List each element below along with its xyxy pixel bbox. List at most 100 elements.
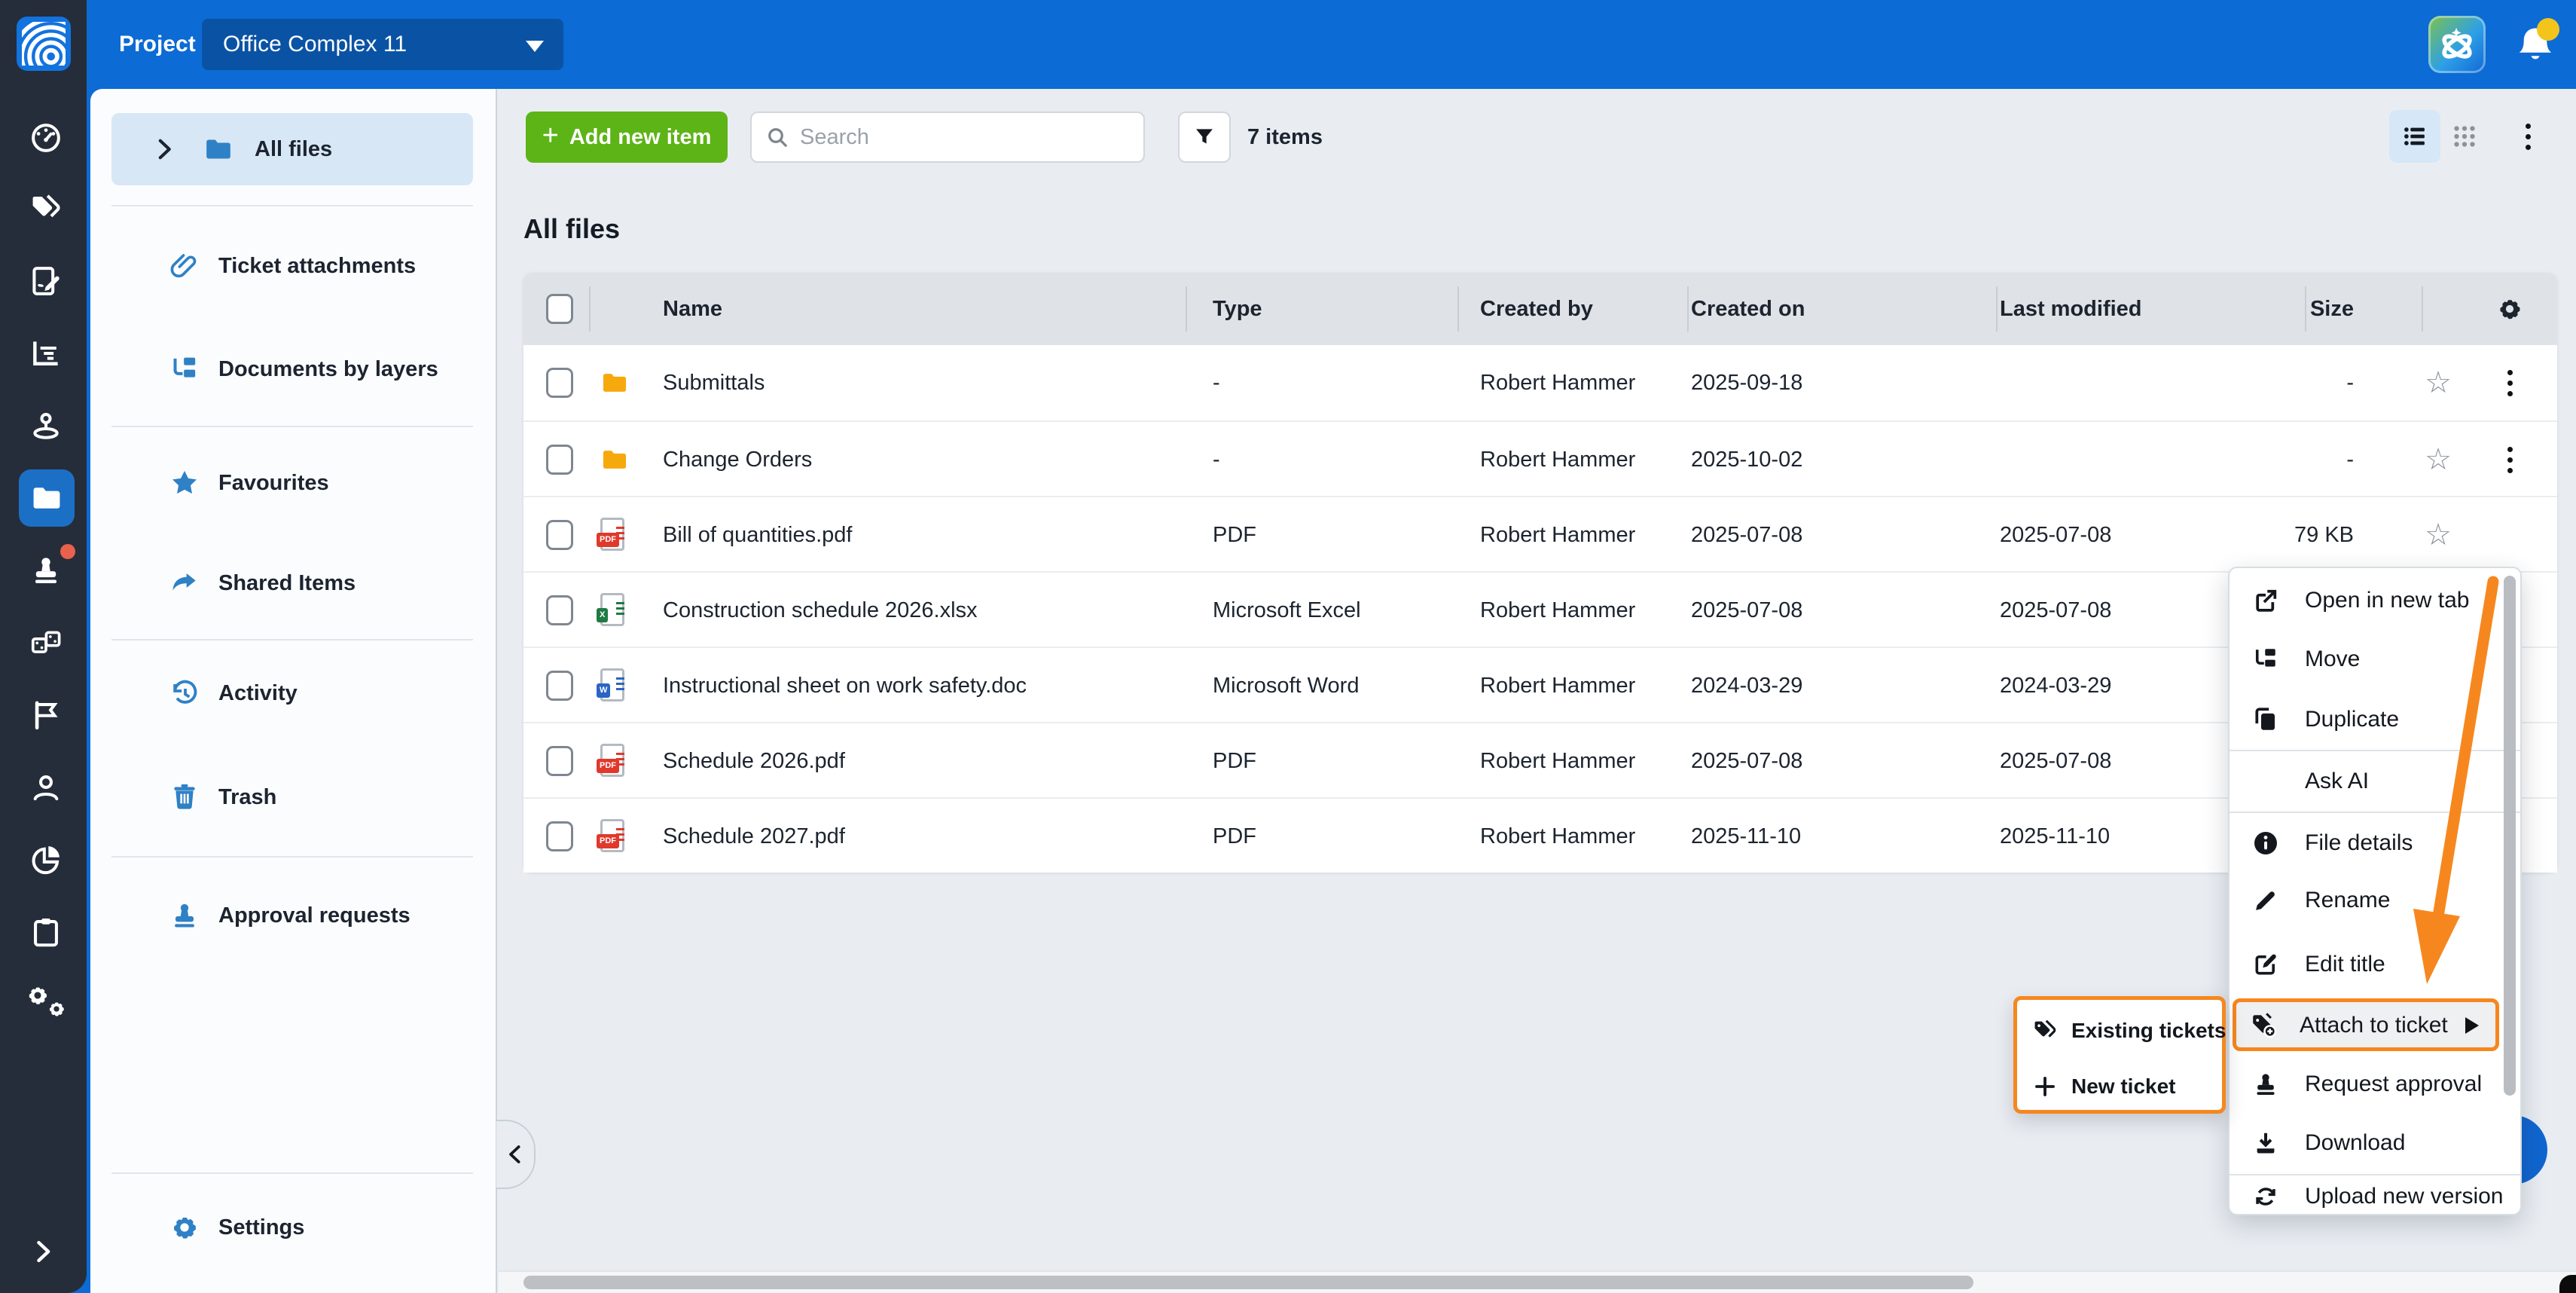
- add-new-item-button[interactable]: + Add new item: [526, 112, 728, 163]
- sidebar-item-settings[interactable]: Settings: [111, 1194, 473, 1261]
- rail-expand-chevron-icon[interactable]: [29, 1237, 57, 1266]
- rail-clipboard-icon[interactable]: [29, 915, 63, 949]
- row-kebab-menu[interactable]: [2493, 422, 2526, 497]
- rail-pie-chart-icon[interactable]: [29, 843, 63, 876]
- chevron-right-icon[interactable]: [151, 136, 181, 166]
- row-checkbox[interactable]: [546, 746, 573, 776]
- menu-item-file-details[interactable]: File details: [2236, 814, 2492, 873]
- file-name[interactable]: Instructional sheet on work safety.doc: [663, 648, 1027, 723]
- row-checkbox[interactable]: [546, 595, 573, 625]
- file-name[interactable]: Schedule 2027.pdf: [663, 799, 845, 874]
- grid-view-toggle[interactable]: [2439, 110, 2490, 163]
- file-name[interactable]: Bill of quantities.pdf: [663, 497, 852, 573]
- sidebar-item-shared-items[interactable]: Shared Items: [111, 549, 473, 617]
- column-header-created-on[interactable]: Created on: [1691, 273, 1805, 345]
- column-settings-gear-icon[interactable]: [2493, 273, 2526, 345]
- ai-assistant-button[interactable]: [2428, 16, 2486, 73]
- menu-item-duplicate[interactable]: Duplicate: [2236, 690, 2492, 749]
- row-checkbox[interactable]: [546, 821, 573, 851]
- sidebar-item-trash[interactable]: Trash: [111, 763, 473, 831]
- table-row[interactable]: Submittals - Robert Hammer 2025-09-18 - …: [523, 345, 2557, 420]
- favourite-star-icon[interactable]: ☆: [2422, 422, 2455, 497]
- rail-dice-icon[interactable]: [29, 626, 63, 659]
- created-on: 2025-11-10: [1691, 799, 1801, 874]
- sidebar-item-favourites[interactable]: Favourites: [111, 449, 473, 517]
- items-count: 7 items: [1247, 112, 1323, 163]
- horizontal-scrollbar-thumb[interactable]: [523, 1276, 1973, 1289]
- rail-approval-stamp-icon[interactable]: [29, 554, 63, 587]
- menu-item-ask-ai[interactable]: Ask AI: [2236, 752, 2492, 811]
- menu-scrollbar-thumb[interactable]: [2504, 576, 2516, 1096]
- sidebar-item-label: Favourites: [218, 471, 329, 496]
- menu-item-edit-title[interactable]: Edit title: [2236, 935, 2492, 994]
- list-view-toggle-active[interactable]: [2389, 110, 2440, 163]
- project-selector[interactable]: Office Complex 11: [202, 19, 563, 70]
- created-by: Robert Hammer: [1480, 422, 1635, 497]
- search-input[interactable]: [798, 124, 1103, 151]
- kebab-icon: [2526, 124, 2531, 129]
- column-header-created-by[interactable]: Created by: [1480, 273, 1593, 345]
- sidebar-item-all-files[interactable]: All files: [111, 113, 473, 185]
- column-header-last-modified[interactable]: Last modified: [2000, 273, 2142, 345]
- file-name[interactable]: Change Orders: [663, 422, 812, 497]
- horizontal-scrollbar: [499, 1270, 2576, 1293]
- menu-item-attach-to-ticket-highlighted[interactable]: Attach to ticket: [2233, 998, 2499, 1051]
- attach-to-ticket-submenu: Existing tickets New ticket: [2013, 996, 2226, 1114]
- menu-item-download[interactable]: Download: [2236, 1114, 2492, 1172]
- sidebar-item-activity[interactable]: Activity: [111, 659, 473, 727]
- file-type: PDF: [1213, 497, 1256, 573]
- table-row[interactable]: Change Orders - Robert Hammer 2025-10-02…: [523, 420, 2557, 496]
- sidebar-item-label: All files: [255, 137, 332, 162]
- sidebar-item-approval-requests[interactable]: Approval requests: [111, 882, 473, 949]
- sidebar-item-documents-by-layers[interactable]: Documents by layers: [111, 335, 473, 403]
- toolbar-kebab-menu[interactable]: [2502, 110, 2553, 163]
- rail-dashboard-gauge-icon[interactable]: [29, 121, 63, 154]
- column-header-size[interactable]: Size: [2211, 273, 2354, 345]
- duplicate-icon: [2252, 706, 2279, 733]
- rail-form-pen-icon[interactable]: [29, 264, 63, 298]
- rail-report-chart-icon[interactable]: [29, 337, 63, 370]
- notification-badge: [2537, 18, 2559, 41]
- submenu-item-existing-tickets[interactable]: Existing tickets: [2020, 1004, 2219, 1057]
- rail-tags-icon[interactable]: [29, 192, 63, 225]
- sidebar-item-ticket-attachments[interactable]: Ticket attachments: [111, 232, 473, 300]
- sidebar-item-label: Shared Items: [218, 571, 356, 596]
- submenu-caret-icon: [2465, 1017, 2479, 1034]
- rail-files-folder-icon-active[interactable]: [19, 469, 75, 527]
- tag-plus-icon: [2250, 1011, 2277, 1038]
- row-checkbox[interactable]: [546, 368, 573, 398]
- file-size: 79 KB: [2211, 497, 2354, 573]
- list-view-icon: [2401, 123, 2428, 150]
- folder-icon: [203, 134, 233, 164]
- file-type: Microsoft Word: [1213, 648, 1359, 723]
- file-name[interactable]: Schedule 2026.pdf: [663, 723, 845, 799]
- menu-item-upload-new-version[interactable]: Upload new version: [2236, 1175, 2492, 1215]
- favourite-star-icon[interactable]: ☆: [2422, 345, 2455, 420]
- menu-item-open-in-new-tab[interactable]: Open in new tab: [2236, 571, 2492, 630]
- column-header-name[interactable]: Name: [663, 273, 722, 345]
- app-window: Project Office Complex 11 All files Tic: [0, 0, 2576, 1293]
- submenu-item-new-ticket[interactable]: New ticket: [2020, 1060, 2219, 1113]
- file-name[interactable]: Submittals: [663, 345, 765, 420]
- row-checkbox[interactable]: [546, 445, 573, 475]
- menu-item-move[interactable]: Move: [2236, 630, 2492, 689]
- row-kebab-menu[interactable]: [2493, 345, 2526, 420]
- menu-item-rename[interactable]: Rename: [2236, 871, 2492, 930]
- ai-assistant-icon: [2437, 25, 2477, 64]
- select-all-checkbox[interactable]: [546, 294, 573, 324]
- menu-item-request-approval[interactable]: Request approval: [2236, 1055, 2492, 1114]
- rail-flag-icon[interactable]: [29, 698, 63, 732]
- rail-person-icon[interactable]: [29, 771, 63, 804]
- file-name[interactable]: Construction schedule 2026.xlsx: [663, 573, 978, 648]
- rail-person-location-icon[interactable]: [29, 409, 63, 442]
- row-checkbox[interactable]: [546, 671, 573, 701]
- menu-item-label: File details: [2305, 830, 2413, 856]
- table-row-active[interactable]: PDF Bill of quantities.pdf PDF Robert Ha…: [523, 496, 2557, 571]
- column-header-type[interactable]: Type: [1213, 273, 1262, 345]
- folder-icon: [599, 422, 630, 497]
- filter-button[interactable]: [1178, 112, 1231, 163]
- divider: [111, 1172, 473, 1174]
- favourite-star-icon[interactable]: ☆: [2422, 497, 2455, 573]
- row-checkbox[interactable]: [546, 520, 573, 550]
- app-logo-icon[interactable]: [17, 17, 71, 71]
